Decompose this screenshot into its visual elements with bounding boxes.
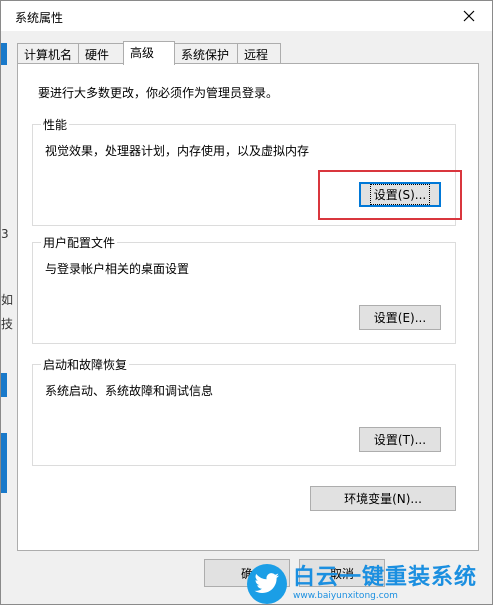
tab-advanced[interactable]: 高级 [123,41,175,65]
ok-button[interactable]: 确 [204,559,290,587]
background-text: 如 [1,293,14,307]
tab-system-protection[interactable]: 系统保护 [174,43,238,64]
startup-recovery-description: 系统启动、系统故障和调试信息 [45,384,214,398]
tab-computer-name[interactable]: 计算机名 [17,43,79,64]
performance-description: 视觉效果，处理器计划，内存使用，以及虚拟内存 [45,144,310,158]
background-text: 3 [1,227,9,241]
user-profiles-label: 用户配置文件 [41,234,118,251]
cancel-button[interactable]: 取消 [299,559,385,587]
system-properties-dialog: 系统属性 3 如 技 计算机名 硬件 高级 系统保护 远程 要进行大多数更改，你… [0,0,493,605]
startup-recovery-settings-button[interactable]: 设置(T)... [359,427,441,452]
user-profiles-description: 与登录帐户相关的桌面设置 [45,262,190,276]
title-bar: 系统属性 [1,1,492,31]
environment-variables-button[interactable]: 环境变量(N)... [310,486,456,511]
background-accent [1,433,7,493]
user-profiles-group: 用户配置文件 与登录帐户相关的桌面设置 设置(E)... [32,234,456,344]
background-text: 技 [1,317,14,331]
user-profiles-settings-button[interactable]: 设置(E)... [359,305,441,330]
background-accent [1,43,7,65]
startup-recovery-label: 启动和故障恢复 [41,356,130,373]
background-accent [1,373,7,397]
performance-label: 性能 [41,116,70,133]
window-title: 系统属性 [15,11,64,25]
close-button[interactable] [452,4,486,28]
advanced-tab-panel: 要进行大多数更改，你必须作为管理员登录。 性能 视觉效果，处理器计划，内存使用，… [17,63,479,551]
close-icon [463,10,475,22]
watermark-url: www.baiyunxitong.com [293,590,398,601]
highlight-box [318,170,462,220]
admin-notice: 要进行大多数更改，你必须作为管理员登录。 [38,86,279,100]
tab-remote[interactable]: 远程 [237,43,281,64]
startup-recovery-group: 启动和故障恢复 系统启动、系统故障和调试信息 设置(T)... [32,356,456,466]
tab-hardware[interactable]: 硬件 [78,43,124,64]
